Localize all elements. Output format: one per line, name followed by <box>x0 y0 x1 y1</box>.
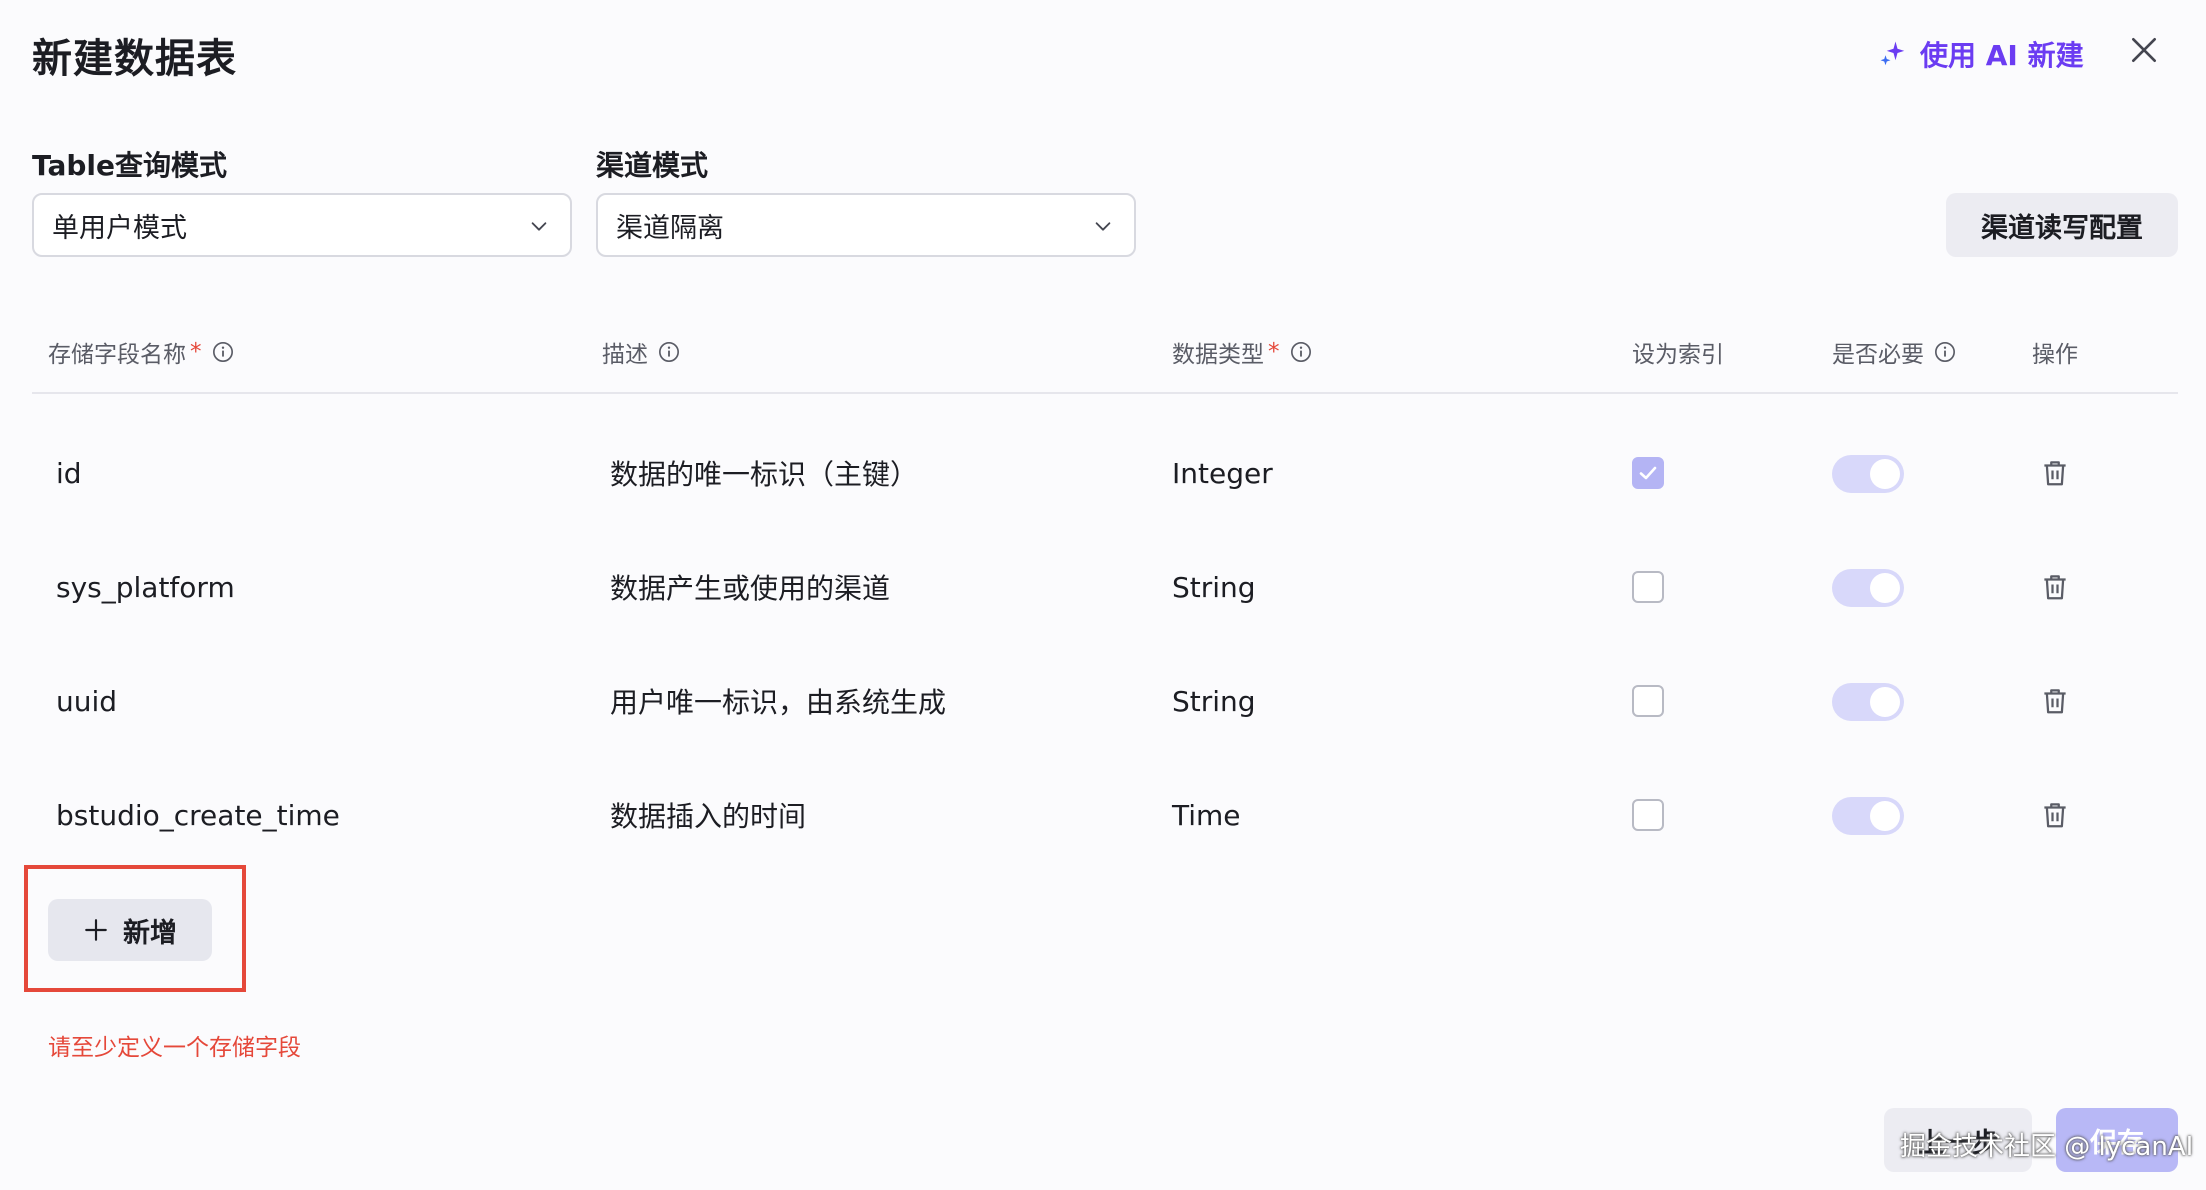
ai-create-label: 使用 AI 新建 <box>1920 39 2084 72</box>
query-mode-label: Table查询模式 <box>32 149 228 182</box>
toggle-knob <box>1870 459 1900 489</box>
data-type-cell: String <box>1172 570 1256 604</box>
channel-mode-select[interactable]: 渠道隔离 <box>596 193 1136 257</box>
info-icon[interactable] <box>1934 341 1956 363</box>
description-cell: 数据插入的时间 <box>610 800 807 833</box>
info-icon[interactable] <box>212 341 234 363</box>
header-field-name: 存储字段名称 * <box>48 330 234 374</box>
index-checkbox[interactable] <box>1632 457 1664 489</box>
table-row: bstudio_create_time 数据插入的时间 Time <box>32 758 2178 872</box>
channel-config-button[interactable]: 渠道读写配置 <box>1946 193 2178 257</box>
chevron-down-icon <box>531 222 547 231</box>
required-mark: * <box>190 339 202 365</box>
header-required: 是否必要 <box>1832 330 1956 374</box>
trash-icon[interactable] <box>2040 458 2070 488</box>
field-name-cell: uuid <box>56 684 118 718</box>
create-table-dialog: 新建数据表 使用 AI 新建 Table查询模式 单用户模式 渠道模式 渠道隔离… <box>0 0 2206 1190</box>
header-data-type: 数据类型 * <box>1172 330 1312 374</box>
field-name-cell: sys_platform <box>56 570 235 604</box>
table-header: 存储字段名称 * 描述 数据类型 * 设为索引 是否必要 操作 <box>32 330 2178 394</box>
required-toggle[interactable] <box>1832 797 1904 835</box>
field-name-cell: id <box>56 456 82 490</box>
add-field-button[interactable]: 新增 <box>48 899 212 961</box>
header-required-label: 是否必要 <box>1832 342 1924 368</box>
channel-mode-value: 渠道隔离 <box>616 212 724 244</box>
index-checkbox[interactable] <box>1632 799 1664 831</box>
channel-mode-label: 渠道模式 <box>596 149 709 182</box>
trash-icon[interactable] <box>2040 800 2070 830</box>
toggle-knob <box>1870 801 1900 831</box>
data-type-cell: String <box>1172 684 1256 718</box>
table-row: sys_platform 数据产生或使用的渠道 String <box>32 530 2178 644</box>
query-mode-value: 单用户模式 <box>52 212 187 244</box>
toggle-knob <box>1870 687 1900 717</box>
info-icon[interactable] <box>658 341 680 363</box>
header-description: 描述 <box>602 330 680 374</box>
header-description-label: 描述 <box>602 342 648 368</box>
ai-create-button[interactable]: 使用 AI 新建 <box>1878 32 2084 76</box>
add-field-label: 新增 <box>123 917 177 949</box>
watermark: 掘金技术社区 @ lycanAI <box>1900 1132 2194 1162</box>
trash-icon[interactable] <box>2040 572 2070 602</box>
header-index: 设为索引 <box>1632 330 1724 374</box>
toggle-knob <box>1870 573 1900 603</box>
required-toggle[interactable] <box>1832 683 1904 721</box>
description-cell: 数据产生或使用的渠道 <box>610 572 891 605</box>
required-toggle[interactable] <box>1832 569 1904 607</box>
description-cell: 数据的唯一标识（主键） <box>610 458 919 491</box>
trash-icon[interactable] <box>2040 686 2070 716</box>
query-mode-select[interactable]: 单用户模式 <box>32 193 572 257</box>
chevron-down-icon <box>1095 222 1111 231</box>
dialog-title: 新建数据表 <box>32 36 237 82</box>
error-message: 请至少定义一个存储字段 <box>48 1035 301 1061</box>
header-data-type-label: 数据类型 <box>1172 342 1264 368</box>
header-actions: 操作 <box>2032 330 2078 374</box>
header-actions-label: 操作 <box>2032 342 2078 368</box>
header-index-label: 设为索引 <box>1632 342 1724 368</box>
table-row: uuid 用户唯一标识，由系统生成 String <box>32 644 2178 758</box>
sparkle-icon <box>1880 41 1905 66</box>
data-type-cell: Time <box>1172 798 1241 832</box>
index-checkbox[interactable] <box>1632 685 1664 717</box>
field-name-cell: bstudio_create_time <box>56 798 340 832</box>
header-field-name-label: 存储字段名称 <box>48 342 186 368</box>
required-mark: * <box>1268 339 1280 365</box>
description-cell: 用户唯一标识，由系统生成 <box>610 686 947 719</box>
table-row: id 数据的唯一标识（主键） Integer <box>32 416 2178 530</box>
info-icon[interactable] <box>1290 341 1312 363</box>
close-icon[interactable] <box>2128 34 2160 66</box>
required-toggle[interactable] <box>1832 455 1904 493</box>
plus-icon <box>85 919 107 941</box>
check-icon <box>1639 466 1657 480</box>
index-checkbox[interactable] <box>1632 571 1664 603</box>
data-type-cell: Integer <box>1172 456 1273 490</box>
